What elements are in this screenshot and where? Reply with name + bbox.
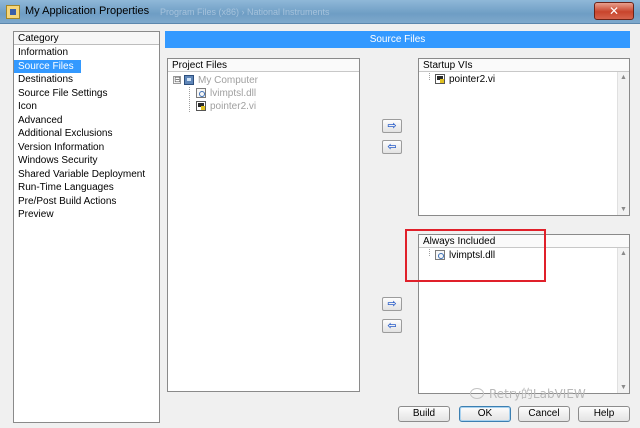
cancel-button[interactable]: Cancel <box>518 406 570 422</box>
tree-item-label: lvimptsl.dll <box>210 88 257 99</box>
scroll-up-icon[interactable]: ▲ <box>618 72 629 83</box>
annotation-highlight-box <box>405 229 546 282</box>
tree-connector <box>429 73 430 80</box>
tree-item-my-computer[interactable]: ⊟ My Computer <box>168 74 359 87</box>
computer-icon <box>184 75 194 85</box>
category-item-version-information[interactable]: Version Information <box>14 141 159 155</box>
add-to-always-included-button[interactable]: ⇨ <box>382 297 402 311</box>
category-list: Information Source Files Destinations Sourc… <box>14 45 159 222</box>
list-item-pointer2-vi[interactable]: pointer2.vi <box>419 73 629 86</box>
watermark: Retry的LabVIEW <box>489 387 586 401</box>
category-item-icon[interactable]: Icon <box>14 100 159 114</box>
tree-item-label: pointer2.vi <box>210 101 257 112</box>
ok-button[interactable]: OK <box>459 406 511 422</box>
category-item-advanced[interactable]: Advanced <box>14 114 159 128</box>
help-button[interactable]: Help <box>578 406 630 422</box>
category-item-destinations[interactable]: Destinations <box>14 73 159 87</box>
remove-from-always-included-button[interactable]: ⇦ <box>382 319 402 333</box>
startup-vis-scrollbar[interactable]: ▲ ▼ <box>617 72 629 215</box>
scroll-up-icon[interactable]: ▲ <box>618 248 629 259</box>
add-to-startup-button[interactable]: ⇨ <box>382 119 402 133</box>
category-item-windows-security[interactable]: Windows Security <box>14 154 159 168</box>
category-item-source-files[interactable]: Source Files <box>14 59 81 73</box>
build-button[interactable]: Build <box>398 406 450 422</box>
wechat-icon <box>470 388 484 399</box>
category-item-information[interactable]: Information <box>14 46 159 60</box>
scroll-down-icon[interactable]: ▼ <box>618 204 629 215</box>
category-item-pre-post-build-actions[interactable]: Pre/Post Build Actions <box>14 195 159 209</box>
startup-vis-header: Startup VIs <box>419 59 629 72</box>
tree-item-lvimptsl-dll[interactable]: lvimptsl.dll <box>168 87 359 100</box>
category-item-source-file-settings[interactable]: Source File Settings <box>14 87 159 101</box>
app-icon <box>6 5 20 19</box>
vi-file-icon <box>196 101 206 111</box>
scroll-down-icon[interactable]: ▼ <box>618 382 629 393</box>
startup-vis-list[interactable]: Startup VIs pointer2.vi ▲ ▼ <box>418 58 630 216</box>
tree-item-label: My Computer <box>198 75 259 86</box>
title-bar[interactable]: My Application Properties Program Files … <box>0 0 640 24</box>
tree-item-pointer2-vi[interactable]: pointer2.vi <box>168 100 359 113</box>
dll-file-icon <box>196 88 206 98</box>
remove-from-startup-button[interactable]: ⇦ <box>382 140 402 154</box>
category-item-preview[interactable]: Preview <box>14 208 159 222</box>
project-files-tree[interactable]: Project Files ⊟ My Computer lvimptsl.dll… <box>167 58 360 392</box>
section-title: Source Files <box>165 31 630 48</box>
category-panel: Category Information Source Files Destinat… <box>13 31 160 423</box>
collapse-icon[interactable]: ⊟ <box>173 76 181 84</box>
background-window-path: Program Files (x86) › National Instrumen… <box>160 7 330 17</box>
category-header: Category <box>14 32 159 45</box>
project-files-header: Project Files <box>168 59 359 72</box>
always-included-scrollbar[interactable]: ▲ ▼ <box>617 248 629 393</box>
category-item-shared-variable-deployment[interactable]: Shared Variable Deployment <box>14 168 159 182</box>
vi-file-icon <box>435 74 445 84</box>
list-item-label: pointer2.vi <box>449 74 496 85</box>
category-item-additional-exclusions[interactable]: Additional Exclusions <box>14 127 159 141</box>
window-title: My Application Properties <box>25 5 150 17</box>
close-button[interactable]: ✕ <box>594 2 634 20</box>
category-item-run-time-languages[interactable]: Run-Time Languages <box>14 181 159 195</box>
